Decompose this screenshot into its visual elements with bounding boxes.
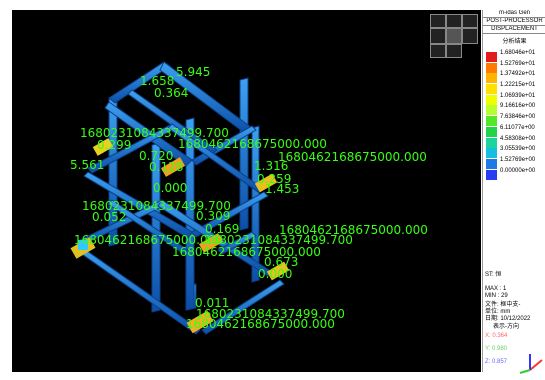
legend-row: 9.16616e+00	[485, 103, 545, 116]
legend-row: 1.52769e+01	[485, 60, 545, 73]
view-direction-label: 表示-方向	[493, 324, 519, 330]
legend-value: 7.63846e+00	[500, 114, 536, 121]
legend-value: 1.22215e+01	[500, 82, 536, 89]
result-label: 1680462168675000.000	[278, 150, 427, 164]
view-navigator[interactable]	[430, 14, 478, 58]
nav-cube-bottom-left[interactable]	[430, 44, 446, 58]
axis-triad-icon	[519, 354, 543, 374]
legend-row: 1.37492e+01	[485, 71, 545, 84]
view-z: Z: 0.857	[485, 359, 508, 365]
unit-info: 单位: mm	[485, 309, 511, 315]
legend-value: 1.68046e+01	[500, 50, 536, 56]
legend-row: 4.58308e+00	[485, 135, 545, 148]
legend-value: 9.16616e+00	[500, 103, 536, 110]
max-node: MAX : 1	[485, 286, 507, 292]
nav-cube-right[interactable]	[462, 28, 478, 44]
legend-value: 1.06939e+01	[500, 92, 536, 99]
legend-row: 6.11077e+00	[485, 124, 545, 137]
nav-cube-left[interactable]	[430, 28, 446, 44]
load-case: ST: 恒	[485, 272, 502, 278]
date-info: 日期: 10/12/2022	[485, 316, 531, 322]
legend-row: 1.22215e+01	[485, 82, 545, 95]
result-label: 0.309	[196, 209, 231, 223]
legend-value: 6.11077e+00	[500, 124, 535, 131]
result-type-title: DISPLACEMENT	[483, 26, 545, 34]
result-label: 0.364	[154, 86, 189, 100]
result-label: 5.945	[176, 65, 211, 79]
result-label: 1680462168675000.000	[178, 137, 327, 151]
legend-row: 1.52769e+00	[485, 156, 545, 169]
legend-value: 1.52769e+00	[500, 156, 536, 163]
result-label: 0.000	[258, 267, 293, 281]
legend-panel: m-idas Gen POST-PROCESSOR DISPLACEMENT 分…	[482, 10, 545, 372]
legend-value: 0.00000e+00	[500, 167, 536, 174]
color-legend: 1.68046e+01 1.52769e+01 1.37492e+01 1.22215…	[485, 50, 545, 180]
legend-row: 0.00000e+00	[485, 167, 545, 180]
result-label: 1680462168675000.000	[186, 317, 335, 331]
nav-cube-center[interactable]	[446, 28, 462, 44]
legend-row: 7.63846e+00	[485, 114, 545, 127]
legend-value: 1.52769e+01	[500, 60, 536, 67]
result-label: 5.561	[70, 158, 105, 172]
view-y: Y: 0.980	[485, 346, 508, 352]
model-viewport[interactable]: 5.945 1.6​58 0.364 1680231084337499.700 …	[12, 10, 481, 372]
result-label: 0.000	[153, 181, 188, 195]
result-label: 0.052	[92, 210, 127, 224]
legend-row: 3.05539e+00	[485, 146, 545, 159]
min-node: MIN : 29	[485, 293, 508, 299]
app-window: 5.945 1.6​58 0.364 1680231084337499.700 …	[0, 0, 545, 380]
legend-value: 4.58308e+00	[500, 135, 536, 142]
nav-cube-top-right[interactable]	[462, 14, 478, 28]
result-label: 1680462168675000.000	[172, 245, 321, 259]
result-label: 0.299	[97, 138, 132, 152]
result-label: 0.128	[149, 160, 184, 174]
nav-cube-top-left[interactable]	[430, 14, 446, 28]
app-name: m-idas Gen	[483, 10, 545, 18]
nav-cube-bottom[interactable]	[446, 44, 462, 58]
legend-row: 1.06939e+01	[485, 92, 545, 105]
post-processor-title: POST-PROCESSOR	[483, 18, 545, 26]
legend-heading: 分析结果	[502, 39, 527, 45]
legend-value: 3.05539e+00	[500, 146, 536, 153]
legend-value: 1.37492e+01	[500, 71, 536, 78]
result-label: 1.453	[265, 182, 300, 196]
file-name: 文件: 框中支-	[485, 302, 521, 308]
nav-cube-top[interactable]	[446, 14, 462, 28]
view-x: X: 0.364	[485, 333, 508, 339]
legend-swatch	[486, 169, 497, 180]
legend-row: 1.68046e+01	[485, 50, 545, 62]
